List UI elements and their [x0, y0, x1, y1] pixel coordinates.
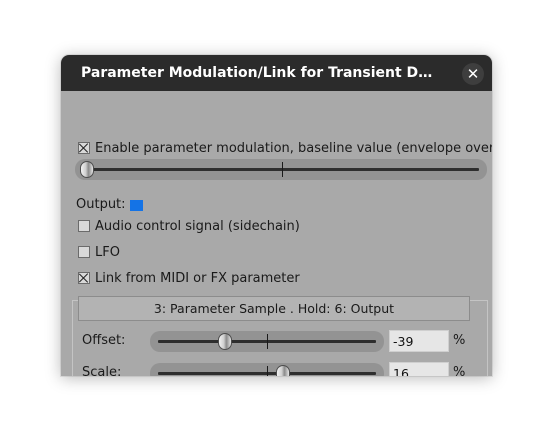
offset-input[interactable]: [389, 330, 449, 352]
scale-slider-knob[interactable]: [276, 365, 290, 376]
scale-input[interactable]: [389, 362, 449, 376]
baseline-slider-center-mark: [282, 162, 283, 177]
scale-slider[interactable]: [150, 363, 384, 376]
offset-slider-center-mark: [267, 334, 268, 349]
parameter-modulation-dialog: Parameter Modulation/Link for Transient …: [61, 55, 492, 376]
enable-modulation-checkbox-box[interactable]: [78, 142, 90, 154]
dialog-title: Parameter Modulation/Link for Transient …: [81, 65, 441, 81]
title-bar[interactable]: Parameter Modulation/Link for Transient …: [61, 55, 492, 91]
link-midi-fx-checkbox[interactable]: Link from MIDI or FX parameter: [78, 270, 300, 286]
enable-modulation-checkbox[interactable]: Enable parameter modulation, baseline va…: [78, 140, 492, 156]
audio-control-label: Audio control signal (sidechain): [95, 218, 300, 234]
audio-control-checkbox-box[interactable]: [78, 220, 90, 232]
enable-modulation-label: Enable parameter modulation, baseline va…: [95, 140, 492, 156]
offset-slider[interactable]: [150, 331, 384, 352]
audio-control-checkbox[interactable]: Audio control signal (sidechain): [78, 218, 300, 234]
scale-unit: %: [453, 365, 466, 376]
offset-label: Offset:: [82, 333, 126, 348]
link-midi-fx-checkbox-box[interactable]: [78, 272, 90, 284]
output-label: Output:: [76, 197, 126, 212]
baseline-slider[interactable]: [75, 159, 487, 180]
lfo-checkbox[interactable]: LFO: [78, 244, 120, 260]
baseline-slider-knob[interactable]: [80, 161, 94, 178]
link-midi-fx-label: Link from MIDI or FX parameter: [95, 270, 300, 286]
offset-unit: %: [453, 333, 466, 348]
close-icon[interactable]: ✕: [462, 63, 484, 85]
link-parameter-button[interactable]: 3: Parameter Sample . Hold: 6: Output: [78, 296, 470, 321]
scale-label: Scale:: [82, 365, 122, 376]
lfo-checkbox-box[interactable]: [78, 246, 90, 258]
dialog-body: Enable parameter modulation, baseline va…: [61, 91, 492, 376]
scale-slider-center-mark: [267, 366, 268, 376]
output-color-swatch: [130, 200, 143, 211]
offset-slider-knob[interactable]: [218, 333, 232, 350]
lfo-label: LFO: [95, 244, 120, 260]
baseline-slider-groove: [89, 168, 479, 171]
